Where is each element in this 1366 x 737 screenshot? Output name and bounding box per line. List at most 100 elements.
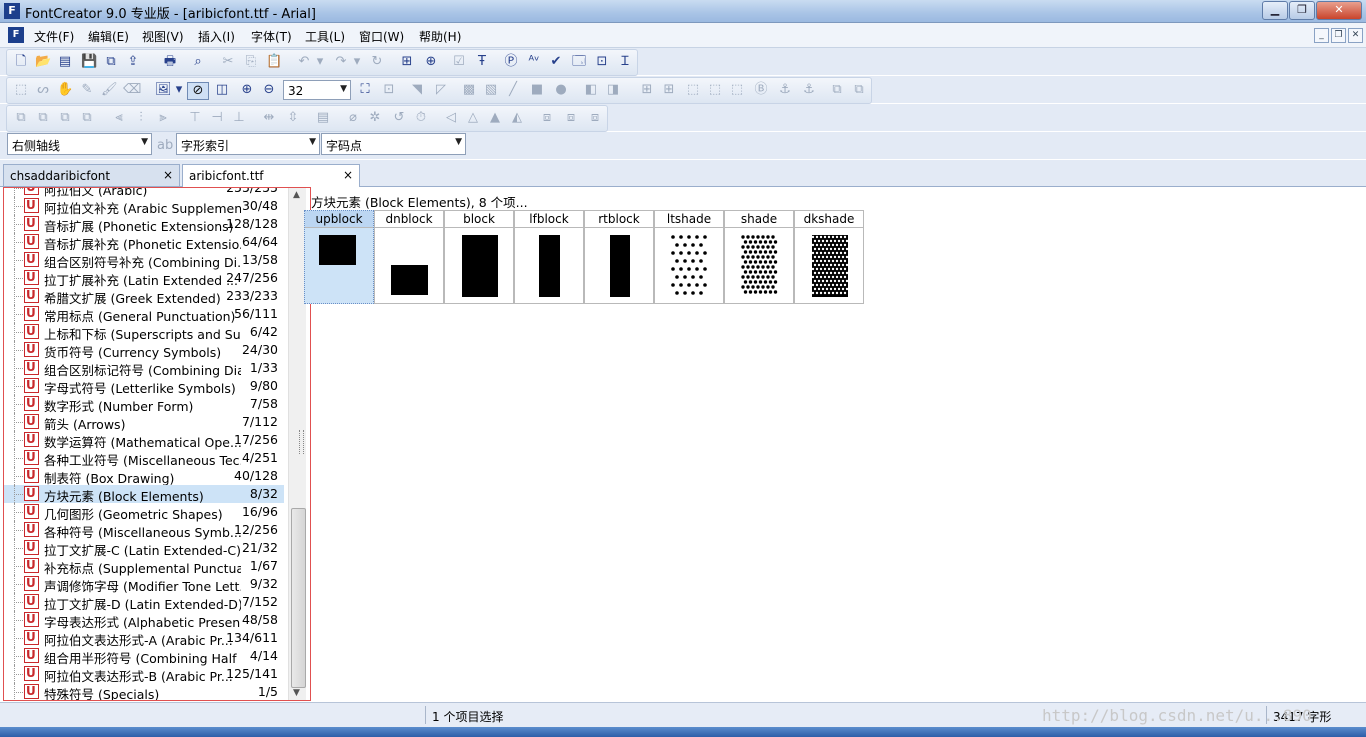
paste-icon[interactable]: 📋: [266, 54, 282, 70]
zoom-in-icon[interactable]: ⊕: [239, 82, 255, 98]
redo-dropdown-icon[interactable]: ▾: [349, 54, 365, 70]
zoom-combo[interactable]: 32 ▼: [283, 80, 351, 100]
close-button[interactable]: ✕: [1316, 1, 1362, 20]
menu-file[interactable]: 文件(F): [34, 28, 74, 45]
redo-icon[interactable]: ↷: [333, 54, 349, 70]
glyph-cell[interactable]: upblock: [304, 210, 374, 304]
export-icon[interactable]: ⇪: [125, 54, 141, 70]
triangle-icon[interactable]: △: [465, 110, 481, 126]
menu-view[interactable]: 视图(V): [142, 28, 184, 45]
spellcheck-icon[interactable]: ᴬᵛ: [526, 54, 542, 70]
rounding-icon[interactable]: ✲: [367, 110, 383, 126]
list-item[interactable]: 组合区别符号补充 (Combining Di...13/58: [4, 251, 284, 270]
refresh-icon[interactable]: ↻: [369, 54, 385, 70]
simplify-icon[interactable]: ⌀: [345, 110, 361, 126]
menu-edit[interactable]: 编辑(E): [88, 28, 129, 45]
add-glyph-icon[interactable]: ⊞: [399, 54, 415, 70]
check-icon[interactable]: ✔: [548, 54, 564, 70]
union-icon[interactable]: ⧈: [539, 110, 555, 126]
mdi-close-button[interactable]: ✕: [1348, 28, 1363, 43]
cut-icon[interactable]: ✂: [220, 54, 236, 70]
menu-tools[interactable]: 工具(L): [305, 28, 345, 45]
glyph-cell[interactable]: dnblock: [374, 210, 444, 304]
rectangle-icon[interactable]: ■: [529, 82, 545, 98]
rotate-icon[interactable]: ↺: [391, 110, 407, 126]
image-dropdown-icon[interactable]: ▾: [171, 82, 187, 98]
list-item[interactable]: 制表符 (Box Drawing)40/128: [4, 467, 284, 486]
validate-icon[interactable]: ☑: [451, 54, 467, 70]
close-icon[interactable]: ×: [343, 168, 353, 182]
rotate-left-icon[interactable]: ◧: [583, 82, 599, 98]
rotate-right-icon[interactable]: ◨: [605, 82, 621, 98]
align-left-icon[interactable]: ⫷: [111, 110, 127, 126]
glyph-cell[interactable]: lfblock: [514, 210, 584, 304]
list-item[interactable]: 常用标点 (General Punctuation)56/111: [4, 305, 284, 324]
subtract-icon[interactable]: ⧈: [587, 110, 603, 126]
tab-aribicfont[interactable]: aribicfont.ttf ×: [182, 164, 360, 187]
node-icon[interactable]: ◥: [409, 82, 425, 98]
insert-glyph-icon[interactable]: ⊕: [423, 54, 439, 70]
menu-help[interactable]: 帮助(H): [419, 28, 461, 45]
eraser-icon[interactable]: ⌫: [123, 82, 141, 98]
hand-icon[interactable]: ✋: [57, 82, 73, 98]
list-item[interactable]: 音标扩展 (Phonetic Extensions)128/128: [4, 215, 284, 234]
align-middle-icon[interactable]: ⊣: [209, 110, 225, 126]
list-item[interactable]: 货币符号 (Currency Symbols)24/30: [4, 341, 284, 360]
fill-icon[interactable]: ▩: [461, 82, 477, 98]
pen-icon[interactable]: ✎: [79, 82, 95, 98]
bounds-icon[interactable]: ⬚: [685, 82, 701, 98]
undo-icon[interactable]: ↶: [296, 54, 312, 70]
zoom-out-icon[interactable]: ⊖: [261, 82, 277, 98]
glyph-cell[interactable]: rtblock: [584, 210, 654, 304]
metrics-icon[interactable]: Ⓑ: [753, 82, 769, 98]
codepoint-combo[interactable]: 字码点 ▼: [321, 133, 466, 155]
scroll-down-icon[interactable]: ▼: [293, 688, 300, 698]
timer-icon[interactable]: ⏱: [413, 110, 429, 126]
bring-forward-icon[interactable]: ⧉: [35, 110, 51, 126]
align-bottom-icon[interactable]: ⊥: [231, 110, 247, 126]
send-backward-icon[interactable]: ⧉: [57, 110, 73, 126]
save-icon[interactable]: 💾: [81, 54, 97, 70]
list-item[interactable]: 字母式符号 (Letterlike Symbols)9/80: [4, 377, 284, 396]
anchor-2-icon[interactable]: ⚓: [801, 82, 817, 98]
find-icon[interactable]: ⌕: [190, 54, 206, 70]
distribute-h-icon[interactable]: ⇹: [261, 110, 277, 126]
list-item[interactable]: 拉丁文扩展-C (Latin Extended-C)21/32: [4, 539, 284, 558]
lasso-icon[interactable]: ᔕ: [35, 82, 51, 98]
mdi-restore-button[interactable]: ❐: [1331, 28, 1346, 43]
list-item[interactable]: 希腊文扩展 (Greek Extended)233/233: [4, 287, 284, 306]
text-cursor-icon[interactable]: Ɪ: [617, 54, 633, 70]
list-item[interactable]: 拉丁扩展补充 (Latin Extended ...247/256: [4, 269, 284, 288]
fit-icon[interactable]: ⛶: [357, 82, 373, 98]
menu-window[interactable]: 窗口(W): [359, 28, 404, 45]
new-file-icon[interactable]: 🗋: [13, 54, 29, 70]
list-item[interactable]: 音标扩展补充 (Phonetic Extensio...64/64: [4, 233, 284, 252]
scrollbar-thumb[interactable]: [291, 508, 306, 688]
menu-insert[interactable]: 插入(I): [198, 28, 235, 45]
anchor-icon[interactable]: ⚓: [777, 82, 793, 98]
intersect-icon[interactable]: ⧈: [563, 110, 579, 126]
close-icon[interactable]: ×: [163, 168, 173, 182]
properties-icon[interactable]: Ⓟ: [503, 54, 519, 70]
print-icon[interactable]: 🖶: [162, 54, 178, 70]
grid-2-icon[interactable]: ⊞: [661, 82, 677, 98]
list-item[interactable]: 阿拉伯文表达形式-B (Arabic Pr...125/141: [4, 665, 284, 684]
minimize-button[interactable]: ▁: [1262, 1, 1288, 20]
list-item[interactable]: 箭头 (Arrows)7/112: [4, 413, 284, 432]
list-item[interactable]: 组合用半形符号 (Combining Half ...4/14: [4, 647, 284, 666]
sidebearing-combo[interactable]: 右侧轴线 ▼: [7, 133, 152, 155]
corner-icon[interactable]: ◸: [433, 82, 449, 98]
ab-icon[interactable]: ab: [157, 138, 173, 154]
tab-chsaddaribicfont[interactable]: chsaddaribicfont ×: [3, 164, 180, 186]
mdi-minimize-button[interactable]: _: [1314, 28, 1329, 43]
list-item[interactable]: 数学运算符 (Mathematical Ope...17/256: [4, 431, 284, 450]
align-right-icon[interactable]: ⫸: [155, 110, 171, 126]
list-item[interactable]: 数字形式 (Number Form)7/58: [4, 395, 284, 414]
list-item[interactable]: 阿拉伯文 (Arabic)255/255: [4, 188, 284, 198]
components-2-icon[interactable]: ⧉: [851, 82, 867, 98]
glyph-cell[interactable]: block: [444, 210, 514, 304]
contour-icon[interactable]: ▧: [483, 82, 499, 98]
bounds-2-icon[interactable]: ⬚: [707, 82, 723, 98]
list-item[interactable]: 阿拉伯文表达形式-A (Arabic Pr...134/611: [4, 629, 284, 648]
align-center-icon[interactable]: ⫶: [133, 110, 149, 126]
